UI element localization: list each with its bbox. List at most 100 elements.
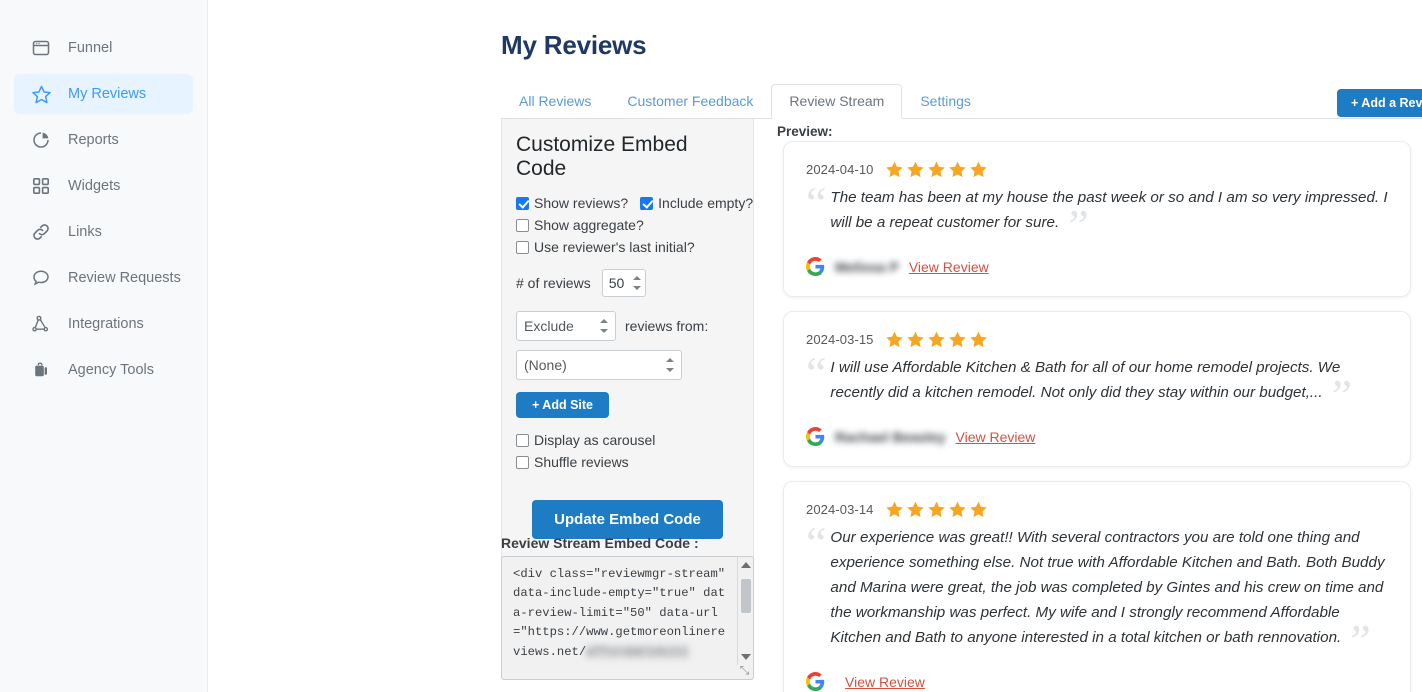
sidebar-item-label: Review Requests (68, 270, 181, 286)
star-icon (969, 331, 987, 348)
num-reviews-label: # of reviews (516, 275, 591, 291)
review-date: 2024-03-15 (806, 332, 874, 347)
tabs-divider (501, 118, 1422, 119)
star-icon (948, 161, 966, 178)
sidebar-item-my-reviews[interactable]: My Reviews (14, 74, 193, 114)
display-carousel-checkbox-label[interactable]: Display as carousel (516, 432, 655, 448)
close-quote-icon: ” (1063, 200, 1089, 251)
star-icon (28, 82, 54, 106)
reviews-from-label: reviews from: (625, 318, 709, 334)
show-aggregate-checkbox[interactable] (516, 218, 529, 232)
review-author: Rachael Beasley (835, 428, 946, 445)
sidebar-item-label: Links (68, 224, 102, 240)
review-card: 2024-03-15 “ I will use Affordable Kitch… (783, 311, 1411, 467)
site-select-wrap[interactable]: (None) (516, 350, 682, 380)
embed-code-label: Review Stream Embed Code : (501, 535, 699, 551)
sidebar-item-reports[interactable]: Reports (14, 120, 193, 160)
briefcase-icon (28, 358, 54, 382)
last-initial-checkbox-label[interactable]: Use reviewer's last initial? (516, 239, 695, 255)
google-icon (806, 427, 825, 446)
review-text-content: The team has been at my house the past w… (830, 189, 1388, 231)
show-aggregate-checkbox-label[interactable]: Show aggregate? (516, 217, 644, 233)
add-site-button[interactable]: + Add Site (516, 392, 610, 418)
sidebar-item-widgets[interactable]: Widgets (14, 166, 193, 206)
embed-code-text: <div class="reviewmgr-stream" data-inclu… (502, 557, 753, 670)
view-review-link[interactable]: View Review (956, 429, 1036, 445)
shuffle-reviews-checkbox[interactable] (516, 455, 529, 469)
review-preview-list: 2024-04-10 “ The team has been at my hou… (783, 141, 1411, 692)
scroll-up-icon[interactable] (741, 562, 751, 568)
show-aggregate-label: Show aggregate? (534, 217, 644, 233)
sidebar-item-label: Agency Tools (68, 362, 154, 378)
pie-chart-icon (28, 128, 54, 152)
grid-icon (28, 174, 54, 198)
open-quote-icon: “ (806, 177, 827, 228)
last-initial-label: Use reviewer's last initial? (534, 239, 695, 255)
show-reviews-checkbox-label[interactable]: Show reviews? (516, 195, 628, 211)
star-icon (927, 501, 945, 518)
star-icon (948, 501, 966, 518)
review-body: “ I will use Affordable Kitchen & Bath f… (806, 347, 1388, 419)
tab-all-reviews[interactable]: All Reviews (501, 84, 609, 119)
include-empty-checkbox[interactable] (640, 196, 654, 210)
add-review-button[interactable]: + Add a Review (1337, 89, 1422, 117)
checkbox-row-4: Display as carousel (516, 432, 739, 448)
last-initial-checkbox[interactable] (516, 240, 529, 254)
checkbox-row-5: Shuffle reviews (516, 454, 739, 470)
exclude-select-wrap[interactable]: Exclude (516, 311, 616, 341)
sidebar-item-label: Reports (68, 132, 119, 148)
sidebar-item-label: Widgets (68, 178, 121, 194)
scrollbar-thumb[interactable] (741, 579, 751, 613)
checkbox-row-2: Show aggregate? (516, 217, 739, 233)
review-text: I will use Affordable Kitchen & Bath for… (830, 353, 1388, 419)
review-text: Our experience was great!! With several … (830, 523, 1388, 664)
star-icon (969, 161, 987, 178)
include-empty-checkbox-label[interactable]: Include empty? (640, 195, 753, 211)
page-title: My Reviews (501, 30, 647, 60)
site-select[interactable]: (None) (516, 350, 682, 380)
sidebar: Funnel My Reviews Reports Widgets Links … (0, 0, 208, 692)
review-header: 2024-04-10 (806, 160, 1388, 179)
tab-bar: All Reviews Customer Feedback Review Str… (501, 84, 989, 119)
tab-review-stream[interactable]: Review Stream (771, 84, 903, 119)
display-carousel-checkbox[interactable] (516, 433, 529, 447)
show-reviews-checkbox[interactable] (516, 196, 529, 210)
include-empty-label: Include empty? (658, 195, 754, 211)
checkbox-row-3: Use reviewer's last initial? (516, 239, 739, 255)
star-icon (906, 331, 924, 348)
review-footer: Rachael Beasley View Review (806, 427, 1388, 446)
sidebar-item-label: Integrations (68, 316, 144, 332)
update-embed-code-button[interactable]: Update Embed Code (532, 500, 723, 539)
shuffle-reviews-checkbox-label[interactable]: Shuffle reviews (516, 454, 629, 470)
preview-label: Preview: (777, 124, 833, 139)
tab-customer-feedback[interactable]: Customer Feedback (609, 84, 771, 119)
sidebar-item-funnel[interactable]: Funnel (14, 28, 193, 68)
review-footer: Melissa P View Review (806, 257, 1388, 276)
review-text-content: I will use Affordable Kitchen & Bath for… (830, 359, 1341, 401)
star-icon (927, 161, 945, 178)
sidebar-item-integrations[interactable]: Integrations (14, 304, 193, 344)
display-carousel-label: Display as carousel (534, 432, 656, 448)
scroll-down-icon[interactable] (741, 654, 751, 660)
num-reviews-row: # of reviews (516, 269, 739, 297)
site-row: (None) (516, 350, 739, 380)
sidebar-item-review-requests[interactable]: Review Requests (14, 258, 193, 298)
review-card: 2024-04-10 “ The team has been at my hou… (783, 141, 1411, 297)
tab-settings[interactable]: Settings (902, 84, 989, 119)
star-icon (927, 331, 945, 348)
open-quote-icon: “ (806, 347, 827, 398)
embed-code-textarea[interactable]: <div class="reviewmgr-stream" data-inclu… (501, 556, 754, 680)
star-icon (906, 161, 924, 178)
shuffle-reviews-label: Shuffle reviews (534, 454, 629, 470)
textarea-scrollbar[interactable] (737, 557, 753, 665)
num-reviews-stepper[interactable] (591, 269, 646, 297)
sidebar-item-agency-tools[interactable]: Agency Tools (14, 350, 193, 390)
exclude-select[interactable]: Exclude (516, 311, 616, 341)
textarea-resize-handle[interactable]: ⤡ (737, 663, 752, 678)
view-review-link[interactable]: View Review (845, 674, 925, 690)
view-review-link[interactable]: View Review (909, 259, 989, 275)
num-reviews-input[interactable] (601, 269, 646, 297)
review-body: “ The team has been at my house the past… (806, 177, 1388, 249)
customize-embed-code-panel: Customize Embed Code Show reviews? Inclu… (501, 119, 754, 562)
sidebar-item-links[interactable]: Links (14, 212, 193, 252)
